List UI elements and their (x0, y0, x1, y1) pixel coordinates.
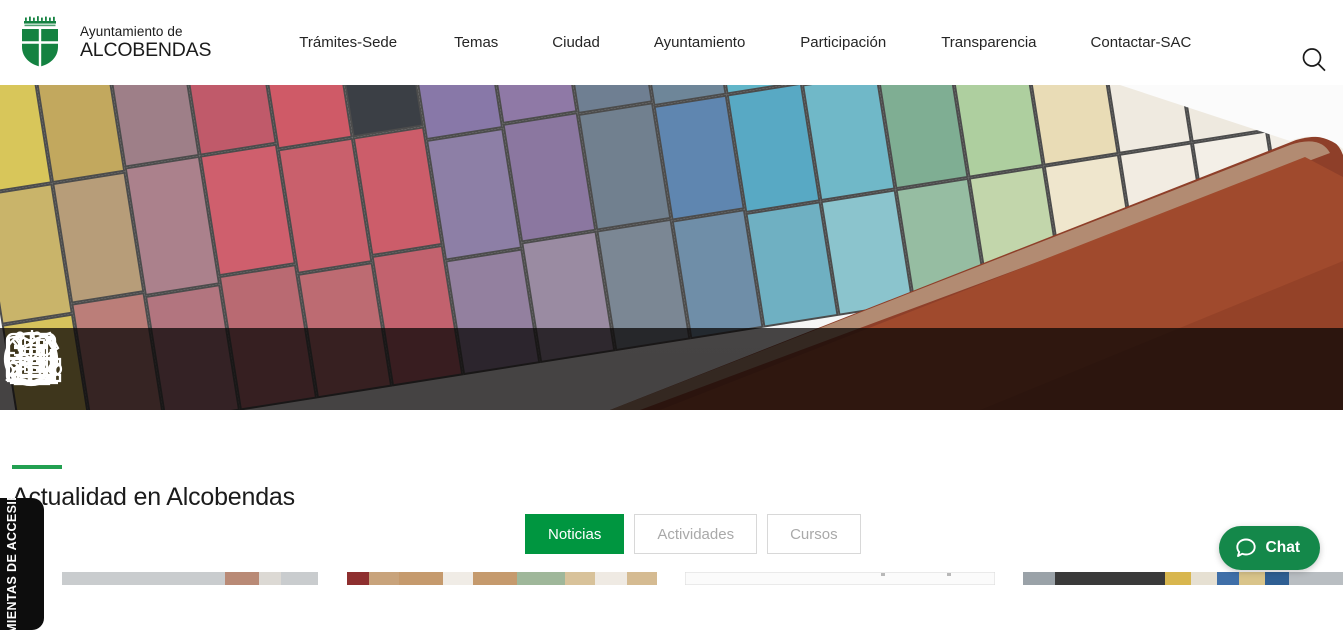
news-card[interactable] (347, 572, 657, 585)
chat-bubble-icon (1235, 538, 1256, 557)
quick-access-menu: Cultura Deportes (0, 328, 1343, 410)
quick-item-seguridad-ciudadana[interactable]: Seguridad ciudadana (8, 328, 1175, 410)
main-navigation: Trámites-Sede Temas Ciudad Ayuntamiento … (259, 28, 1191, 57)
quick-item-empresas-comercio-empleo-turismo[interactable]: Empresas, Comercio,Empleo y Turismo (5, 328, 1007, 410)
accessibility-tools-tab[interactable]: HERRAMIENTAS DE ACCESIBILIDAD (0, 498, 44, 630)
quick-item-ciudad-sostenible[interactable]: Ciudad Sostenible (5, 328, 840, 410)
logo-line-2: ALCOBENDAS (80, 38, 212, 61)
nav-item-contactar-sac[interactable]: Contactar-SAC (1091, 28, 1192, 57)
accessibility-tools-label: HERRAMIENTAS DE ACCESIBILIDAD (5, 498, 20, 630)
nav-item-transparencia[interactable]: Transparencia (941, 28, 1036, 57)
actualidad-section: Actualidad en Alcobendas (0, 410, 1343, 585)
chat-widget-button[interactable]: Chat (1218, 526, 1320, 570)
page-title: Actualidad en Alcobendas (12, 483, 295, 511)
quick-item-deportes[interactable]: Deportes (3, 328, 336, 410)
search-icon (1302, 48, 1326, 72)
site-logo[interactable]: Ayuntamiento de ALCOBENDAS (14, 14, 211, 71)
site-header: Ayuntamiento de ALCOBENDAS Trámites-Sede… (0, 0, 1343, 85)
tab-noticias[interactable]: Noticias (525, 514, 625, 554)
quick-item-economia-hacienda[interactable]: Economía y Hacienda (5, 328, 1343, 410)
nav-item-tramites-sede[interactable]: Trámites-Sede (299, 28, 397, 57)
nav-item-participacion[interactable]: Participación (800, 28, 886, 57)
quick-item-educacion[interactable]: Educación (7, 328, 504, 410)
chat-widget-label: Chat (1265, 539, 1300, 556)
news-card[interactable] (685, 572, 995, 585)
nav-item-ayuntamiento[interactable]: Ayuntamiento (654, 28, 745, 57)
search-button[interactable] (1294, 40, 1334, 80)
news-card-list (0, 572, 1343, 585)
quick-item-bienestar-social[interactable]: Bienestar social (11, 328, 672, 410)
alcobendas-crest-icon (14, 14, 71, 71)
news-card[interactable] (1023, 572, 1343, 585)
logo-line-1: Ayuntamiento de (80, 24, 183, 39)
tab-actividades[interactable]: Actividades (634, 514, 758, 554)
hero-banner: Cultura Deportes (0, 85, 1343, 410)
nav-item-temas[interactable]: Temas (454, 28, 498, 57)
tab-cursos[interactable]: Cursos (767, 514, 861, 554)
section-accent-bar (12, 465, 62, 469)
nav-item-ciudad[interactable]: Ciudad (552, 28, 600, 57)
news-card[interactable] (62, 572, 318, 585)
content-tabs: Noticias Actividades Cursos (525, 514, 861, 554)
